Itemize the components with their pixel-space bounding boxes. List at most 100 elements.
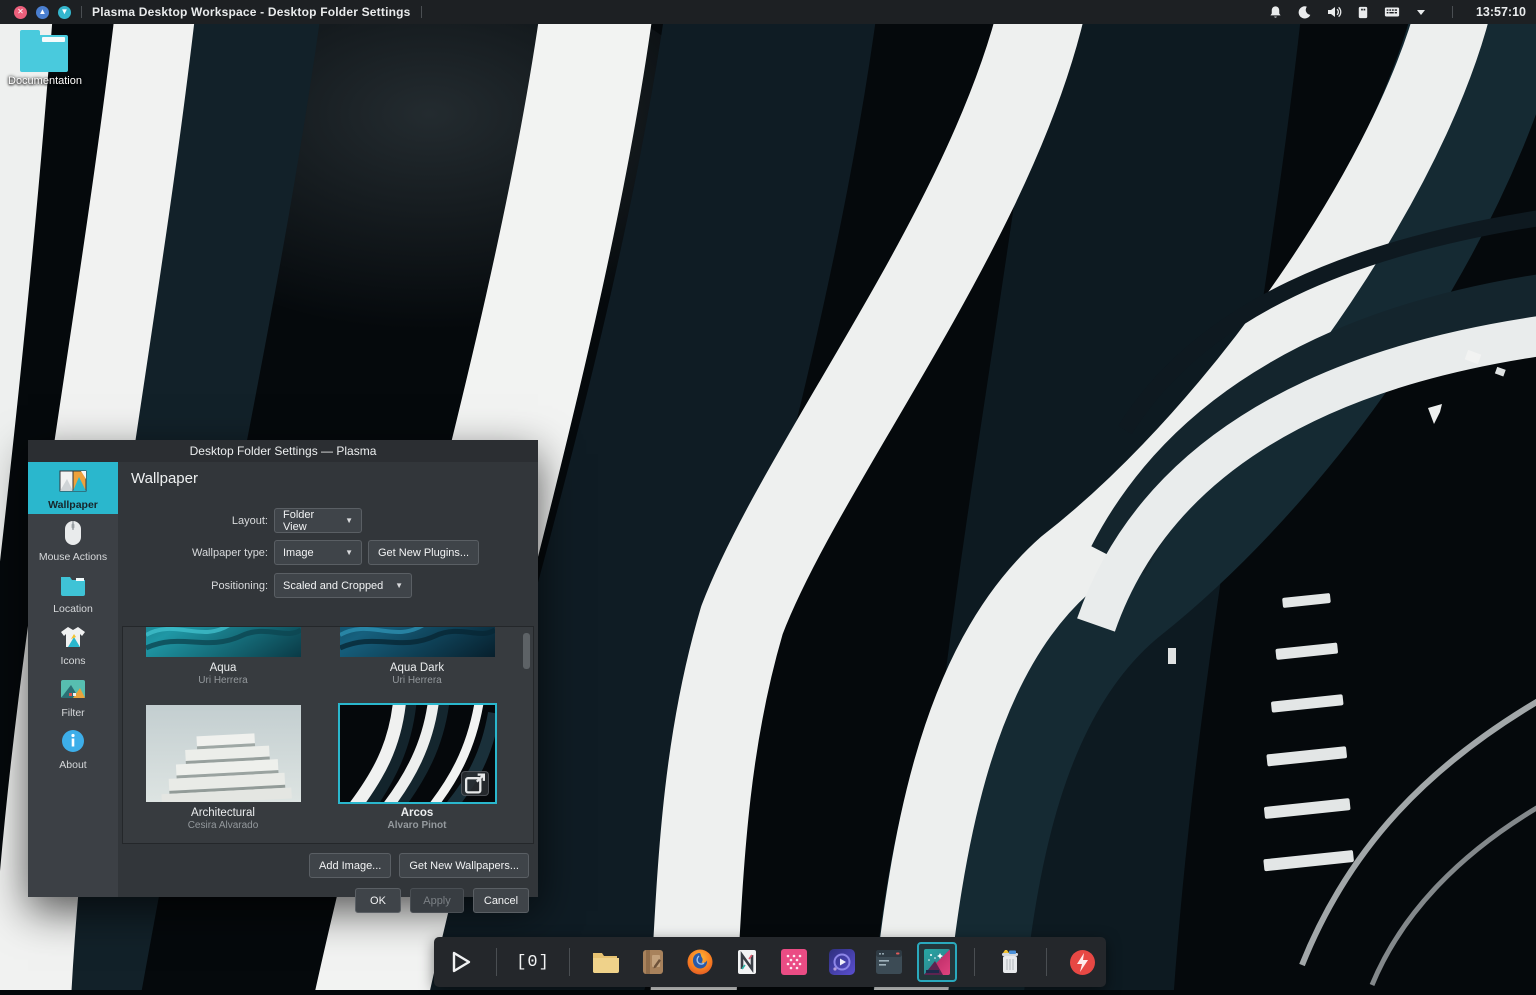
desktop-folder-documentation[interactable]: Documentation xyxy=(8,30,80,87)
page-title: Wallpaper xyxy=(131,470,198,487)
clock[interactable]: 13:57:10 xyxy=(1476,5,1526,19)
dock-separator xyxy=(496,948,497,976)
firefox-icon xyxy=(686,948,714,976)
settings-sidebar: Wallpaper Mouse Actions Location Icons xyxy=(28,462,118,897)
wallpaper-type-dropdown[interactable]: Image ▼ xyxy=(274,540,362,565)
active-window-title: Plasma Desktop Workspace - Desktop Folde… xyxy=(92,5,411,19)
book-icon xyxy=(640,948,666,976)
dock-wallpaper-settings-active[interactable] xyxy=(917,942,956,982)
terminal-icon xyxy=(875,949,903,975)
expand-tray-icon[interactable] xyxy=(1413,4,1429,20)
dot-grid-icon xyxy=(780,948,808,976)
wallpaper-name: Aqua xyxy=(126,662,320,674)
pager-label: [0] xyxy=(516,953,550,972)
wallpaper-thumb-arcos-selected[interactable] xyxy=(340,705,495,802)
sidebar-item-label: Location xyxy=(53,603,93,615)
get-new-plugins-button[interactable]: Get New Plugins... xyxy=(368,540,479,565)
tshirt-icon xyxy=(58,622,88,652)
play-outline-icon xyxy=(450,950,472,974)
folder-icon xyxy=(58,570,88,600)
wallpaper-name: Architectural xyxy=(126,807,320,819)
dock-terminal[interactable] xyxy=(872,945,905,979)
sidebar-item-about[interactable]: About xyxy=(28,722,118,774)
dock-separator xyxy=(569,948,570,976)
wallpaper-grid: Aqua Uri Herrera Aqua Dark Uri Herrera xyxy=(122,626,534,844)
close-button[interactable]: ✕ xyxy=(14,6,27,19)
positioning-label: Positioning: xyxy=(118,580,274,592)
dock-file-manager[interactable] xyxy=(589,945,622,979)
wallpaper-icon xyxy=(58,466,88,496)
dock: [0] xyxy=(434,937,1106,987)
wallpaper-author: Uri Herrera xyxy=(320,675,514,686)
maximize-button[interactable]: ▲ xyxy=(36,6,49,19)
wallpaper-thumb-aqua-dark[interactable] xyxy=(340,627,495,657)
sidebar-item-filter[interactable]: Filter xyxy=(28,670,118,722)
layout-dropdown[interactable]: Folder View ▼ xyxy=(274,508,362,533)
dock-separator xyxy=(974,948,975,976)
wallpaper-thumb-aqua[interactable] xyxy=(146,627,301,657)
folder-icon xyxy=(20,30,68,72)
top-panel: ✕ ▲ ▼ Plasma Desktop Workspace - Desktop… xyxy=(0,0,1536,24)
desktop-folder-settings-dialog: Desktop Folder Settings — Plasma Wallpap… xyxy=(28,440,538,897)
wallpaper-author: Uri Herrera xyxy=(126,675,320,686)
dock-trash[interactable] xyxy=(994,945,1027,979)
wallpaper-author: Cesira Alvarado xyxy=(126,820,320,831)
layout-label: Layout: xyxy=(118,515,274,527)
sidebar-item-wallpaper[interactable]: Wallpaper xyxy=(28,462,118,514)
keyboard-icon[interactable] xyxy=(1384,4,1400,20)
add-image-button[interactable]: Add Image... xyxy=(309,853,391,878)
sidebar-item-location[interactable]: Location xyxy=(28,566,118,618)
ok-button[interactable]: OK xyxy=(355,888,401,913)
sidebar-item-label: Icons xyxy=(60,655,85,667)
dock-notes-book[interactable] xyxy=(636,945,669,979)
dock-play-launcher[interactable] xyxy=(444,945,477,979)
image-filter-icon xyxy=(58,674,88,704)
wallpaper-settings-icon xyxy=(923,948,951,976)
night-color-icon[interactable] xyxy=(1297,4,1313,20)
sidebar-item-label: About xyxy=(59,759,86,771)
chevron-down-icon: ▼ xyxy=(345,516,353,525)
positioning-dropdown[interactable]: Scaled and Cropped ▼ xyxy=(274,573,412,598)
panel-separator xyxy=(421,6,422,18)
apply-button[interactable]: Apply xyxy=(410,888,464,913)
sidebar-item-label: Filter xyxy=(61,707,84,719)
dock-pager[interactable]: [0] xyxy=(516,945,550,979)
chevron-down-icon: ▼ xyxy=(395,581,403,590)
wallpaper-type-label: Wallpaper type: xyxy=(118,547,274,559)
dialog-title: Desktop Folder Settings — Plasma xyxy=(190,444,377,458)
notable-icon xyxy=(736,948,758,976)
wallpaper-author: Alvaro Pinot xyxy=(320,820,514,831)
get-new-wallpapers-button[interactable]: Get New Wallpapers... xyxy=(399,853,529,878)
dialog-titlebar[interactable]: Desktop Folder Settings — Plasma xyxy=(28,440,538,462)
wallpaper-thumb-architectural[interactable] xyxy=(146,705,301,802)
chevron-down-icon: ▼ xyxy=(345,548,353,557)
dock-power[interactable] xyxy=(1066,945,1099,979)
wallpaper-name: Arcos xyxy=(320,807,514,819)
dock-firefox[interactable] xyxy=(683,945,716,979)
mouse-icon xyxy=(58,518,88,548)
panel-separator xyxy=(81,6,82,18)
positioning-value: Scaled and Cropped xyxy=(283,580,383,592)
wallpaper-list-scrollbar[interactable] xyxy=(523,633,530,669)
dock-media-player[interactable] xyxy=(825,945,858,979)
notifications-icon[interactable] xyxy=(1268,4,1284,20)
open-preview-button[interactable] xyxy=(461,771,489,796)
folder-icon xyxy=(591,950,619,974)
sidebar-item-icons[interactable]: Icons xyxy=(28,618,118,670)
layout-value: Folder View xyxy=(283,509,337,533)
cancel-button[interactable]: Cancel xyxy=(473,888,529,913)
sidebar-item-label: Wallpaper xyxy=(48,499,98,511)
wallpaper-type-value: Image xyxy=(283,547,314,559)
media-player-icon xyxy=(828,948,856,976)
minimize-button[interactable]: ▼ xyxy=(58,6,71,19)
sidebar-item-label: Mouse Actions xyxy=(39,551,107,563)
dock-dot-grid-app[interactable] xyxy=(778,945,811,979)
wallpaper-name: Aqua Dark xyxy=(320,662,514,674)
device-notifier-icon[interactable] xyxy=(1355,4,1371,20)
volume-icon[interactable] xyxy=(1326,4,1342,20)
sidebar-item-mouse-actions[interactable]: Mouse Actions xyxy=(28,514,118,566)
info-icon xyxy=(58,726,88,756)
desktop-folder-label: Documentation xyxy=(8,75,80,87)
dock-notable[interactable] xyxy=(731,945,764,979)
dock-separator xyxy=(1046,948,1047,976)
